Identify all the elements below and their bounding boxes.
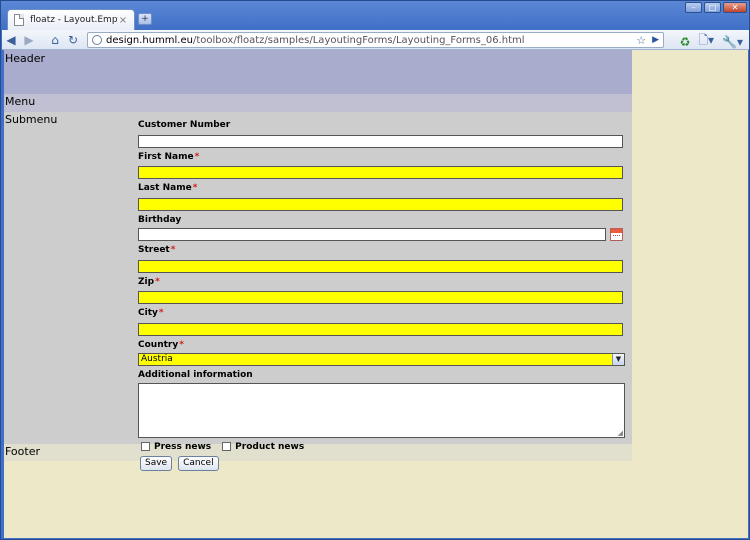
product-news-checkbox[interactable] <box>222 442 232 451</box>
zip-label-text: Zip <box>138 276 155 287</box>
page-viewport: Header Menu Submenu Customer Number Firs… <box>4 50 748 538</box>
menu-region: Menu <box>4 94 632 112</box>
page-menu-icon[interactable]: 🗋▾ <box>698 31 714 52</box>
additional-info-label-text: Additional information <box>138 369 253 380</box>
birthday-label: Birthday <box>138 215 628 226</box>
customer-number-input[interactable] <box>138 134 623 148</box>
forward-icon[interactable]: ▶ <box>20 31 38 49</box>
address-bar[interactable]: design.humml.eu/toolbox/floatz/samples/L… <box>87 32 664 48</box>
header-label: Header <box>5 52 46 65</box>
browser-toolbar: ◀ ▶ ⌂ ↻ design.humml.eu/toolbox/floatz/s… <box>2 30 749 50</box>
form-row-country: Country* Austria ▼ <box>138 340 628 366</box>
browser-window: floatz - Layout.Empty × + – □ ✕ ◀ ▶ ⌂ ↻ … <box>0 0 750 540</box>
footer-label: Footer <box>5 445 40 458</box>
extension-icon[interactable]: ♻ <box>680 35 691 49</box>
additional-info-textarea[interactable]: ◢ <box>138 382 625 438</box>
close-window-button[interactable]: ✕ <box>723 2 747 13</box>
right-tools: ♻ 🗋▾ 🔧▾ <box>680 31 743 52</box>
form-row-additional-info: Additional information ◢ <box>138 370 628 438</box>
first-name-label-text: First Name <box>138 151 194 162</box>
zip-input[interactable] <box>138 291 623 304</box>
newsletter-options: Press news Product news <box>138 442 628 452</box>
chevron-down-icon[interactable]: ▼ <box>612 353 624 365</box>
customer-form: Customer Number First Name* Last Name* B… <box>138 120 628 471</box>
form-row-birthday: Birthday <box>138 215 628 241</box>
tab-strip: floatz - Layout.Empty × + – □ ✕ <box>1 1 750 30</box>
url-host: design.humml.eu <box>106 34 193 46</box>
birthday-label-text: Birthday <box>138 214 182 225</box>
additional-info-label: Additional information <box>138 370 628 381</box>
resize-grip-icon[interactable]: ◢ <box>618 429 623 437</box>
street-input[interactable] <box>138 259 623 273</box>
go-icon[interactable]: ▶ <box>652 35 659 45</box>
globe-icon <box>92 35 102 45</box>
minimize-button[interactable]: – <box>685 2 702 13</box>
required-marker: * <box>192 183 198 193</box>
required-marker: * <box>155 276 160 287</box>
required-marker: * <box>158 308 164 318</box>
customer-number-label: Customer Number <box>138 120 628 131</box>
url-path: /toolbox/floatz/samples/LayoutingForms/L… <box>192 34 525 46</box>
save-button[interactable]: Save <box>140 455 173 471</box>
calendar-icon[interactable] <box>610 228 623 241</box>
browser-tab[interactable]: floatz - Layout.Empty × <box>7 9 135 30</box>
form-row-first-name: First Name* <box>138 152 628 179</box>
page-layout: Header Menu Submenu Customer Number Firs… <box>4 50 632 471</box>
new-tab-button[interactable]: + <box>138 13 152 25</box>
wrench-icon[interactable]: 🔧▾ <box>722 35 743 49</box>
menu-label: Menu <box>5 95 36 108</box>
maximize-button[interactable]: □ <box>704 2 721 13</box>
back-icon[interactable]: ◀ <box>2 31 20 49</box>
home-icon[interactable]: ⌂ <box>46 31 64 49</box>
required-marker: * <box>194 151 200 162</box>
form-row-street: Street* <box>138 245 628 273</box>
press-news-checkbox[interactable] <box>141 442 150 451</box>
press-news-label[interactable]: Press news <box>154 442 211 452</box>
city-input[interactable] <box>138 322 623 336</box>
form-row-customer-number: Customer Number <box>138 120 628 148</box>
last-name-label: Last Name* <box>138 183 628 194</box>
last-name-label-text: Last Name <box>138 183 192 193</box>
form-buttons: Save Cancel <box>140 455 628 471</box>
country-selected-value: Austria <box>141 353 173 364</box>
birthday-input[interactable] <box>138 228 606 241</box>
header-region: Header <box>4 50 632 94</box>
country-label-text: Country <box>138 339 179 350</box>
last-name-input[interactable] <box>138 197 623 211</box>
url-text: design.humml.eu/toolbox/floatz/samples/L… <box>106 35 632 46</box>
required-marker: * <box>179 339 184 350</box>
form-row-last-name: Last Name* <box>138 183 628 211</box>
street-label: Street* <box>138 245 628 256</box>
street-label-text: Street <box>138 245 170 255</box>
country-label: Country* <box>138 340 628 351</box>
tab-title: floatz - Layout.Empty <box>30 15 118 25</box>
first-name-label: First Name* <box>138 152 628 163</box>
first-name-input[interactable] <box>138 166 623 179</box>
form-row-zip: Zip* <box>138 277 628 304</box>
country-select[interactable]: Austria ▼ <box>138 352 625 366</box>
reload-icon[interactable]: ↻ <box>64 31 82 49</box>
main-region: Submenu Customer Number First Name* Last… <box>4 112 632 471</box>
zip-label: Zip* <box>138 277 628 288</box>
city-label: City* <box>138 308 628 319</box>
city-label-text: City <box>138 308 158 318</box>
product-news-label[interactable]: Product news <box>235 442 304 452</box>
customer-number-label-text: Customer Number <box>138 120 231 130</box>
cancel-button[interactable]: Cancel <box>178 455 219 471</box>
page-icon <box>14 14 24 26</box>
required-marker: * <box>170 245 176 255</box>
bookmark-star-icon[interactable]: ☆ <box>636 34 646 47</box>
form-row-city: City* <box>138 308 628 336</box>
window-controls: – □ ✕ <box>685 2 747 13</box>
submenu-label: Submenu <box>5 113 58 126</box>
tab-close-icon[interactable]: × <box>118 15 128 26</box>
